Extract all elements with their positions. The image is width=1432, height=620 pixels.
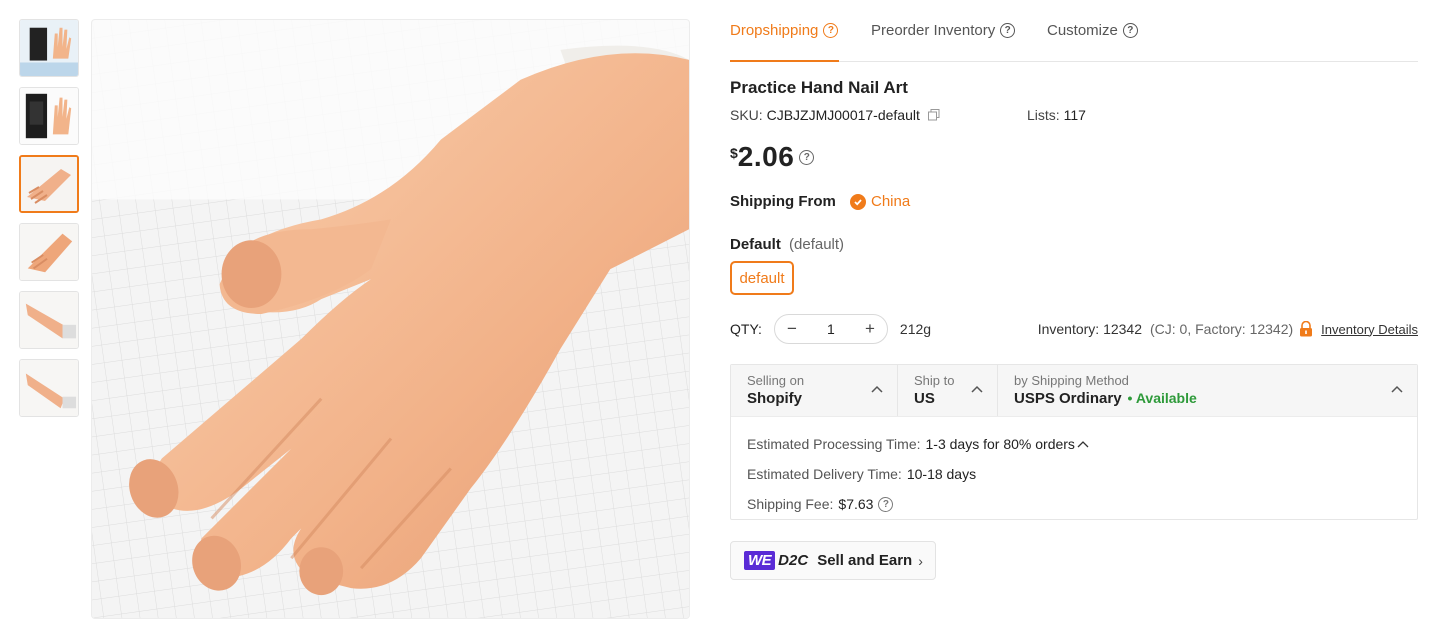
processing-time-value: 1-3 days for 80% orders: [925, 436, 1075, 452]
product-info-panel: Dropshipping ? Preorder Inventory ? Cust…: [730, 0, 1418, 580]
inventory-details-link[interactable]: Inventory Details: [1321, 322, 1418, 337]
product-title: Practice Hand Nail Art: [730, 78, 908, 97]
selling-on-value: Shopify: [747, 390, 802, 407]
quantity-stepper: − +: [773, 314, 888, 344]
price-amount: 2.06: [737, 141, 795, 172]
shipping-from-value: China: [871, 193, 911, 210]
shipping-info-box: Selling on Shopify Ship to US by Shippin…: [730, 364, 1418, 520]
variant-label: Default (default): [730, 236, 844, 253]
availability-status: • Available: [1127, 390, 1197, 406]
variant-selected: (default): [789, 236, 845, 253]
shipping-fee-row: Shipping Fee: $7.63 ?: [747, 489, 1401, 519]
tab-label: Preorder Inventory: [871, 22, 996, 39]
help-icon[interactable]: ?: [878, 496, 894, 512]
price: $ 2.06 ?: [730, 141, 815, 173]
shipping-method-label: by Shipping Method: [1014, 373, 1129, 388]
chevron-up-icon: [1391, 385, 1403, 393]
lists-label: Lists:: [1027, 107, 1060, 123]
lists-count: Lists: 117: [1027, 107, 1086, 123]
thumbnail-1[interactable]: [19, 19, 79, 77]
tab-label: Dropshipping: [730, 22, 819, 39]
shipping-method-select[interactable]: by Shipping Method USPS Ordinary • Availa…: [998, 365, 1417, 416]
chevron-up-icon[interactable]: [1077, 440, 1089, 448]
chevron-right-icon: ›: [918, 552, 923, 569]
delivery-time-row: Estimated Delivery Time: 10-18 days: [747, 459, 1401, 489]
sell-and-earn-label: Sell and Earn: [817, 552, 913, 569]
we-logo: WE: [744, 551, 776, 570]
product-weight: 212g: [899, 321, 932, 337]
inventory-breakdown: (CJ: 0, Factory: 12342): [1150, 321, 1294, 337]
processing-time-label: Estimated Processing Time:: [747, 436, 921, 452]
ship-to-select[interactable]: Ship to US: [898, 365, 998, 416]
qty-label: QTY:: [730, 321, 762, 337]
thumbnail-2[interactable]: [19, 87, 79, 145]
shipping-from: Shipping From China: [730, 193, 910, 210]
selling-on-select[interactable]: Selling on Shopify: [731, 365, 898, 416]
shipping-selectors: Selling on Shopify Ship to US by Shippin…: [731, 365, 1417, 417]
inventory-count: Inventory: 12342: [1037, 321, 1142, 337]
lists-value: 117: [1063, 107, 1086, 123]
quantity-input[interactable]: [810, 321, 851, 337]
variant-name: Default: [730, 236, 781, 253]
purchase-mode-tabs: Dropshipping ? Preorder Inventory ? Cust…: [730, 0, 1418, 62]
main-product-image[interactable]: [91, 19, 690, 619]
sku-value: CJBJZJMJ00017-default: [766, 107, 920, 123]
thumbnail-6[interactable]: [19, 359, 79, 417]
chevron-up-icon: [871, 385, 883, 393]
increment-button[interactable]: +: [863, 319, 877, 339]
help-icon[interactable]: ?: [1122, 23, 1138, 38]
thumbnail-5[interactable]: [19, 291, 79, 349]
thumbnail-list: [19, 19, 79, 427]
processing-time-row: Estimated Processing Time: 1-3 days for …: [747, 429, 1401, 459]
d2c-sell-and-earn-button[interactable]: WE D2C Sell and Earn ›: [730, 541, 936, 580]
shipping-fee-value: $7.63: [838, 496, 874, 512]
sku-row: SKU: CJBJZJMJ00017-default Lists: 117: [730, 107, 1418, 123]
d2c-logo-text: D2C: [778, 552, 809, 569]
currency-symbol: $: [730, 145, 738, 161]
tab-customize[interactable]: Customize ?: [1047, 22, 1138, 39]
copy-icon[interactable]: [927, 109, 940, 121]
tab-preorder-inventory[interactable]: Preorder Inventory ?: [871, 22, 1016, 39]
thumbnail-4[interactable]: [19, 223, 79, 281]
selling-on-label: Selling on: [747, 373, 805, 388]
quantity-row: QTY: − + 212g Inventory: 12342 (CJ: 0, F…: [730, 314, 1418, 344]
shipping-method-value: USPS Ordinary • Available: [1014, 390, 1401, 407]
decrement-button[interactable]: −: [785, 319, 799, 339]
sku-label: SKU:: [730, 107, 763, 123]
lock-icon: [1300, 321, 1313, 337]
inventory-info: Inventory: 12342 (CJ: 0, Factory: 12342)…: [1038, 321, 1418, 337]
help-icon[interactable]: ?: [1000, 23, 1016, 38]
check-icon: [850, 193, 866, 210]
help-icon[interactable]: ?: [823, 23, 839, 38]
variant-option-default[interactable]: default: [730, 261, 794, 295]
shipping-fee-label: Shipping Fee:: [747, 496, 834, 512]
delivery-time-label: Estimated Delivery Time:: [747, 466, 902, 482]
help-icon[interactable]: ?: [799, 150, 815, 165]
shipping-method-name: USPS Ordinary: [1014, 390, 1122, 407]
active-tab-indicator: [730, 60, 839, 62]
chevron-up-icon: [971, 385, 983, 393]
shipping-estimates: Estimated Processing Time: 1-3 days for …: [731, 417, 1417, 531]
shipping-from-label: Shipping From: [730, 193, 836, 210]
tab-dropshipping[interactable]: Dropshipping ?: [730, 22, 839, 39]
delivery-time-value: 10-18 days: [906, 466, 977, 482]
shipping-from-option[interactable]: China: [850, 193, 910, 210]
tab-label: Customize: [1047, 22, 1118, 39]
thumbnail-3[interactable]: [19, 155, 79, 213]
